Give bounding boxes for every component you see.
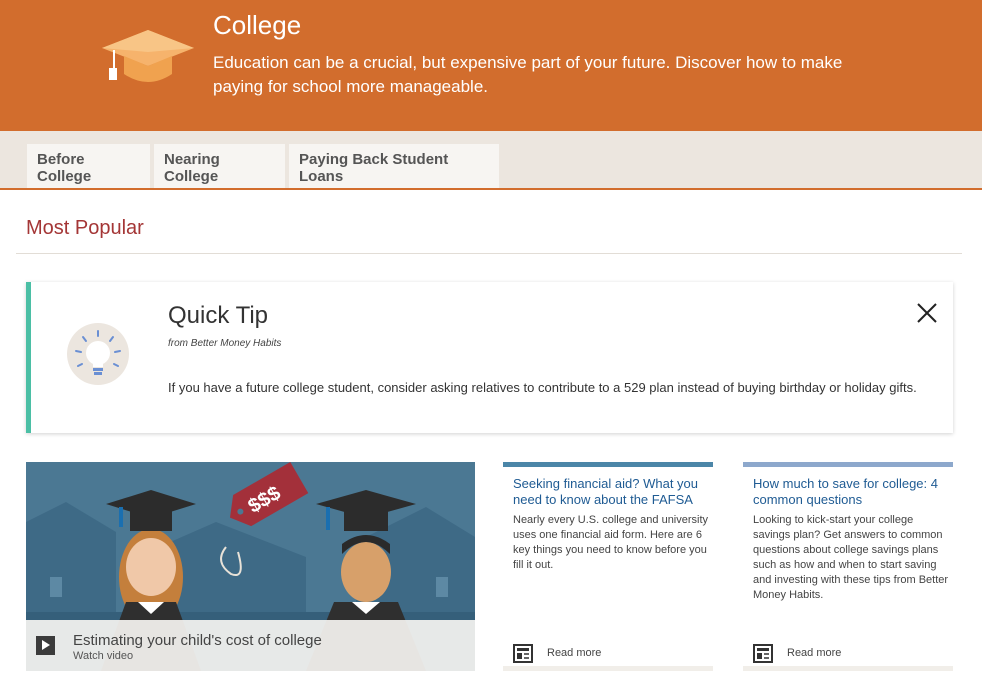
tab-nearing-college[interactable]: Nearing College [154, 144, 285, 188]
graduation-cap-icon [102, 30, 194, 82]
article-card-fafsa: Seeking financial aid? What you need to … [503, 462, 713, 671]
section-divider [16, 253, 962, 254]
lightbulb-icon [67, 323, 129, 385]
close-icon[interactable] [915, 301, 939, 325]
quick-tip-title: Quick Tip [168, 302, 269, 329]
page-title: College [213, 10, 302, 40]
card-accent-bar [503, 462, 713, 467]
video-caption: Estimating your child's cost of college … [26, 620, 475, 671]
read-more-label[interactable]: Read more [787, 647, 841, 659]
card-footer-strip [503, 666, 713, 671]
video-title[interactable]: Estimating your child's cost of college [73, 632, 322, 649]
section-heading: Most Popular [26, 217, 144, 239]
tab-paying-back-student-loans[interactable]: Paying Back Student Loans [289, 144, 499, 188]
article-card-savings: How much to save for college: 4 common q… [743, 462, 953, 671]
card-footer-strip [743, 666, 953, 671]
article-title[interactable]: Seeking financial aid? What you need to … [513, 476, 709, 508]
article-summary: Looking to kick-start your college savin… [753, 514, 949, 601]
article-icon [513, 644, 533, 663]
play-icon[interactable] [36, 636, 55, 655]
tab-before-college[interactable]: Before College [27, 144, 150, 188]
article-title[interactable]: How much to save for college: 4 common q… [753, 476, 949, 508]
video-card[interactable]: $$$ Estimating your child's cost of coll… [26, 462, 475, 671]
page-description: Education can be a crucial, but expensiv… [213, 53, 843, 96]
read-more-label[interactable]: Read more [547, 647, 601, 659]
card-accent-bar [743, 462, 953, 467]
watch-video-label[interactable]: Watch video [73, 650, 133, 662]
article-summary: Nearly every U.S. college and university… [513, 514, 709, 571]
quick-tip-card: Quick Tip from Better Money Habits If yo… [26, 282, 953, 433]
quick-tip-text: If you have a future college student, co… [168, 380, 917, 395]
article-icon [753, 644, 773, 663]
category-tab-bar: Before College Nearing College Paying Ba… [0, 131, 982, 190]
quick-tip-source: from Better Money Habits [168, 338, 282, 349]
college-hero-banner: College Education can be a crucial, but … [0, 0, 982, 131]
